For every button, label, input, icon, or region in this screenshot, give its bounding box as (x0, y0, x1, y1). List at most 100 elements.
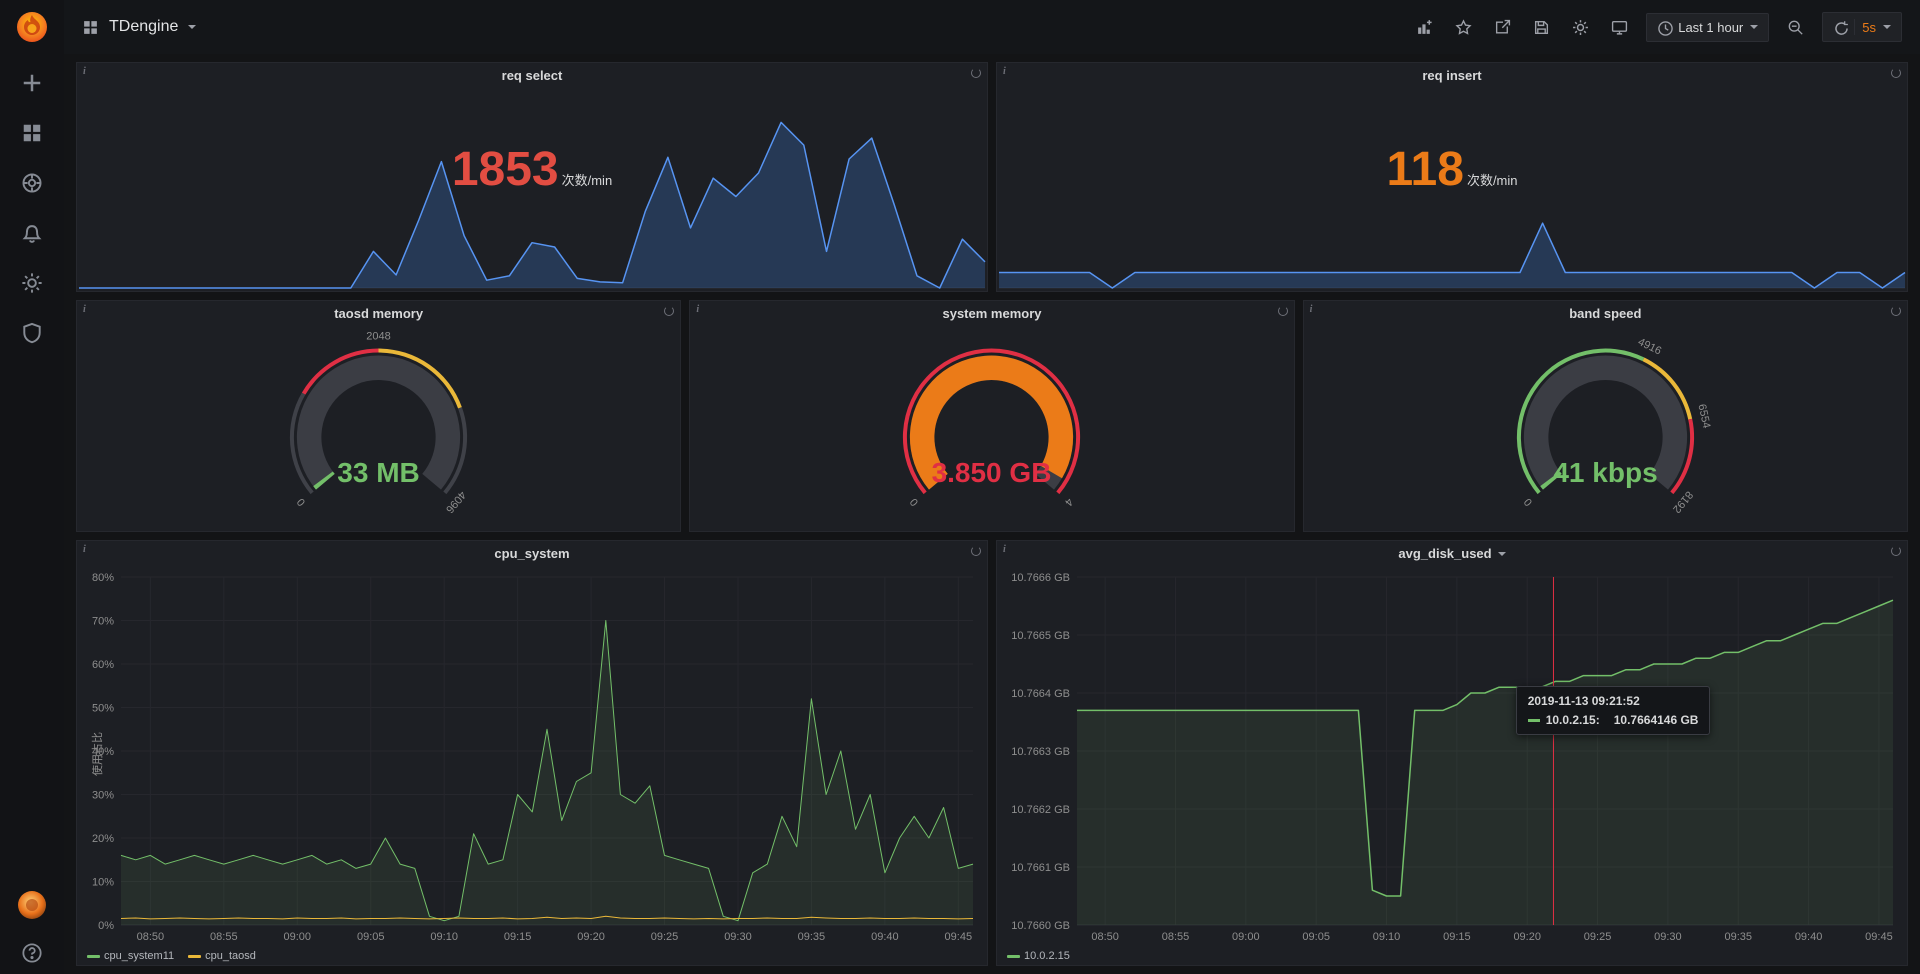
chevron-down-icon (1750, 25, 1758, 29)
panel-title[interactable]: req insert (997, 63, 1907, 89)
svg-text:09:30: 09:30 (1654, 931, 1682, 943)
help-icon[interactable] (21, 942, 43, 964)
alerting-bell-icon[interactable] (21, 222, 43, 244)
cpu-system-chart[interactable]: 0%10%20%30%40%50%60%70%80%08:5008:5509:0… (77, 567, 987, 945)
dashboard-title[interactable]: TDengine (109, 18, 178, 36)
panel-info-icon[interactable]: i (83, 66, 86, 77)
panel-info-icon[interactable]: i (83, 544, 86, 555)
svg-text:09:35: 09:35 (1724, 931, 1752, 943)
panel-info-icon[interactable]: i (83, 304, 86, 315)
svg-text:10.7660 GB: 10.7660 GB (1011, 920, 1070, 932)
svg-text:09:20: 09:20 (577, 931, 605, 943)
svg-text:0: 0 (1522, 496, 1535, 508)
svg-text:4: 4 (1062, 496, 1075, 508)
panel-title[interactable]: req select (77, 63, 987, 89)
cycle-view-button[interactable] (1607, 15, 1632, 40)
svg-text:6554: 6554 (1695, 403, 1712, 429)
legend-item[interactable]: cpu_taosd (188, 950, 256, 962)
refresh-picker[interactable]: 5s (1822, 12, 1902, 42)
user-avatar[interactable] (17, 890, 47, 920)
panel-title[interactable]: taosd memory (77, 301, 680, 327)
star-dashboard-button[interactable] (1451, 15, 1476, 40)
system-memory-gauge[interactable]: 0 4 3.850 GB (690, 327, 1293, 531)
panel-info-icon[interactable]: i (1310, 304, 1313, 315)
svg-text:08:55: 08:55 (1162, 931, 1190, 943)
svg-text:80%: 80% (92, 572, 114, 584)
svg-text:10.7663 GB: 10.7663 GB (1011, 746, 1070, 758)
svg-text:09:35: 09:35 (798, 931, 826, 943)
svg-text:4916: 4916 (1636, 336, 1663, 358)
svg-text:2048: 2048 (366, 331, 390, 343)
svg-text:09:15: 09:15 (1443, 931, 1471, 943)
panel-info-icon[interactable]: i (1003, 66, 1006, 77)
share-dashboard-button[interactable] (1490, 15, 1515, 40)
panel-loading-icon[interactable] (971, 546, 981, 556)
svg-text:08:50: 08:50 (137, 931, 165, 943)
svg-text:09:05: 09:05 (1302, 931, 1330, 943)
panel-title[interactable]: avg_disk_used (997, 541, 1907, 567)
grafana-logo[interactable] (15, 10, 49, 44)
dashboard-grid-icon[interactable] (82, 19, 99, 36)
panel-loading-icon[interactable] (1891, 68, 1901, 78)
svg-text:20%: 20% (92, 833, 114, 845)
panel-title[interactable]: cpu_system (77, 541, 987, 567)
configuration-gear-icon[interactable] (21, 272, 43, 294)
legend: 10.0.2.15 (1007, 950, 1070, 962)
panel-title[interactable]: system memory (690, 301, 1293, 327)
svg-text:09:45: 09:45 (945, 931, 973, 943)
svg-text:0: 0 (295, 496, 308, 508)
panel-info-icon[interactable]: i (696, 304, 699, 315)
svg-text:50%: 50% (92, 703, 114, 715)
explore-icon[interactable] (21, 172, 43, 194)
panel-menu-caret-icon[interactable] (1498, 552, 1506, 556)
dashboards-icon[interactable] (21, 122, 43, 144)
add-panel-icon (1416, 19, 1433, 36)
gear-icon (1572, 19, 1589, 36)
svg-text:10%: 10% (92, 877, 114, 889)
svg-text:09:40: 09:40 (1795, 931, 1823, 943)
panel-band-speed: i band speed 049166554819241 kbps (1303, 300, 1908, 532)
panel-req-select: i req select 1853 次数/min (76, 62, 988, 292)
dashboard-settings-button[interactable] (1568, 15, 1593, 40)
legend-item[interactable]: 10.0.2.15 (1007, 950, 1070, 962)
graph-tooltip: 2019-11-13 09:21:52 10.0.2.15: 10.766414… (1516, 686, 1711, 735)
svg-text:09:00: 09:00 (284, 931, 312, 943)
panel-loading-icon[interactable] (1278, 306, 1288, 316)
topnav: TDengine (64, 0, 1920, 54)
chevron-down-icon[interactable] (188, 25, 196, 29)
taosd-memory-gauge[interactable]: 02048409633 MB (77, 327, 680, 531)
svg-text:3.850 GB: 3.850 GB (932, 457, 1052, 488)
panel-title[interactable]: band speed (1304, 301, 1907, 327)
avg-disk-used-chart[interactable]: 10.7660 GB10.7661 GB10.7662 GB10.7663 GB… (997, 567, 1907, 945)
svg-text:09:25: 09:25 (1584, 931, 1612, 943)
legend-item[interactable]: cpu_system11 (87, 950, 174, 962)
svg-text:09:15: 09:15 (504, 931, 532, 943)
panel-loading-icon[interactable] (1891, 546, 1901, 556)
sidebar-bottom (17, 890, 47, 964)
time-range-picker[interactable]: Last 1 hour (1646, 13, 1769, 42)
legend-series-color (1007, 955, 1020, 958)
create-icon[interactable] (21, 72, 43, 94)
server-admin-shield-icon[interactable] (21, 322, 43, 344)
panel-info-icon[interactable]: i (1003, 544, 1006, 555)
refresh-icon (1833, 20, 1847, 34)
legend-series-color (188, 955, 201, 958)
req-select-chart[interactable] (77, 89, 987, 291)
req-insert-chart[interactable] (997, 89, 1907, 291)
add-panel-button[interactable] (1412, 15, 1437, 40)
time-range-label: Last 1 hour (1678, 20, 1743, 35)
save-icon (1533, 19, 1550, 36)
panel-avg-disk-used: i avg_disk_used 10.7660 GB10.7661 GB10.7… (996, 540, 1908, 966)
panel-loading-icon[interactable] (971, 68, 981, 78)
legend-series-color (87, 955, 100, 958)
save-dashboard-button[interactable] (1529, 15, 1554, 40)
band-speed-gauge[interactable]: 049166554819241 kbps (1304, 327, 1907, 531)
panel-loading-icon[interactable] (1891, 306, 1901, 316)
panel-req-insert: i req insert 118 次数/min (996, 62, 1908, 292)
svg-text:0: 0 (908, 496, 921, 508)
svg-text:09:10: 09:10 (430, 931, 458, 943)
svg-text:30%: 30% (92, 790, 114, 802)
svg-text:10.7665 GB: 10.7665 GB (1011, 630, 1070, 642)
zoom-out-time-button[interactable] (1783, 15, 1808, 40)
y-axis-label: 使用占比 (89, 732, 105, 776)
